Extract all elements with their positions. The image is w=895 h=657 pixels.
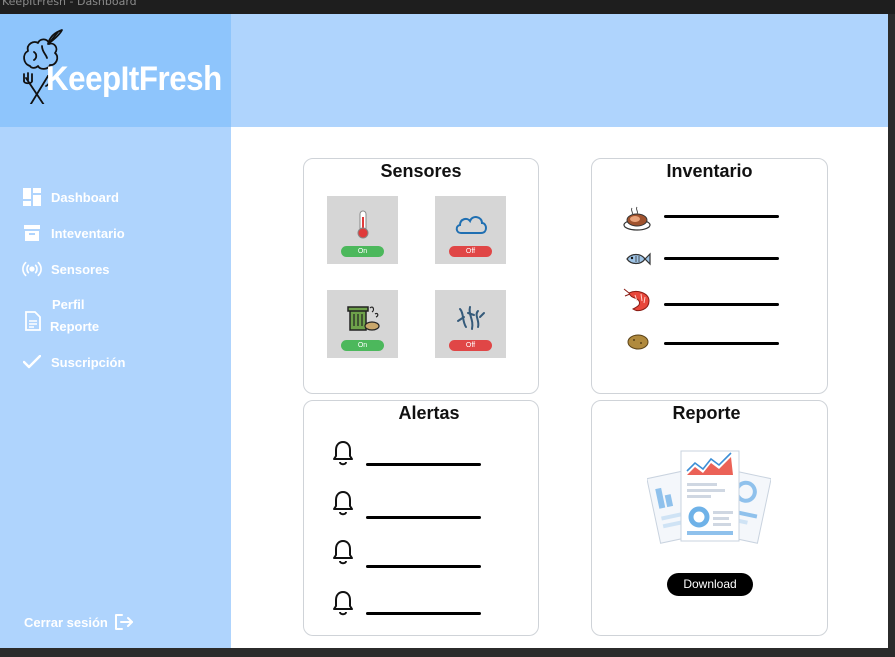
sensor-tile-temperature[interactable]: On xyxy=(327,196,398,264)
signal-icon xyxy=(22,259,42,279)
logout-icon xyxy=(114,614,133,630)
inventory-line xyxy=(664,303,779,306)
nav-sensores[interactable]: Sensores xyxy=(22,259,110,279)
reporte-title: Reporte xyxy=(672,403,741,423)
nav-reporte[interactable]: Reporte xyxy=(24,311,100,334)
nav-dashboard-label: Dashboard xyxy=(51,189,119,205)
alert-line xyxy=(366,463,481,466)
cloud-icon xyxy=(455,216,487,234)
top-header xyxy=(231,14,888,127)
sensor-toggle-off[interactable]: Off xyxy=(449,246,492,257)
sensor-toggle-on[interactable]: On xyxy=(341,246,384,257)
check-icon xyxy=(22,352,42,372)
window-edge xyxy=(888,14,895,657)
sensor-tile-bacteria[interactable]: Off xyxy=(435,290,506,358)
sensor-tile-waste[interactable]: On xyxy=(327,290,398,358)
alertas-title: Alertas xyxy=(398,403,460,423)
sensor-toggle-off[interactable]: Off xyxy=(449,340,492,351)
logo-area: KeepItFresh xyxy=(0,14,231,127)
report-illustration-icon xyxy=(647,450,771,544)
window-title: KeepItFresh - Dashboard xyxy=(2,0,137,8)
document-icon xyxy=(24,311,42,333)
reporte-card: Reporte Download xyxy=(591,400,828,636)
app-window: KeepItFresh Dashboard Inteventario Senso… xyxy=(0,14,888,648)
bacteria-icon xyxy=(456,306,485,330)
potato-icon xyxy=(627,334,649,350)
bell-icon xyxy=(333,540,353,565)
nav-perfil[interactable]: Perfil xyxy=(52,297,85,312)
alert-line xyxy=(366,565,481,568)
download-button[interactable]: Download xyxy=(667,573,753,596)
window-titlebar: KeepItFresh - Dashboard xyxy=(0,0,895,14)
inventory-line xyxy=(664,257,779,260)
sensor-tile-humidity[interactable]: Off xyxy=(435,196,506,264)
inventario-card: Inventario xyxy=(591,158,828,394)
alert-line xyxy=(366,516,481,519)
logout-button[interactable]: Cerrar sesión xyxy=(24,613,134,631)
nav-suscripcion[interactable]: Suscripción xyxy=(22,352,125,372)
alertas-card: Alertas xyxy=(303,400,539,636)
inventario-title: Inventario xyxy=(666,161,753,181)
nav-inventario[interactable]: Inteventario xyxy=(22,223,125,243)
sensores-card: Sensores On Off On Off xyxy=(303,158,539,394)
inventory-line xyxy=(664,342,779,345)
dashboard-icon xyxy=(22,187,42,207)
archive-icon xyxy=(22,223,42,243)
sensor-toggle-on[interactable]: On xyxy=(341,340,384,351)
fish-icon xyxy=(626,252,651,266)
shrimp-icon xyxy=(623,288,650,312)
nav-suscripcion-label: Suscripción xyxy=(51,354,126,370)
logout-label: Cerrar sesión xyxy=(24,614,108,630)
inventory-line xyxy=(664,215,779,218)
nav-dashboard[interactable]: Dashboard xyxy=(22,187,119,207)
nav-reporte-label: Reporte xyxy=(50,318,100,334)
brand-name: KeepItFresh xyxy=(46,60,222,98)
sensores-title: Sensores xyxy=(380,161,462,181)
nav-inventario-label: Inteventario xyxy=(51,225,125,241)
nav-sensores-label: Sensores xyxy=(51,261,110,277)
bell-icon xyxy=(333,441,353,466)
bell-icon xyxy=(333,591,353,616)
waste-icon xyxy=(346,306,380,331)
thermometer-icon xyxy=(357,210,368,239)
window-edge xyxy=(0,648,895,657)
alert-line xyxy=(366,612,481,615)
meat-icon xyxy=(623,206,651,231)
bell-icon xyxy=(333,491,353,516)
